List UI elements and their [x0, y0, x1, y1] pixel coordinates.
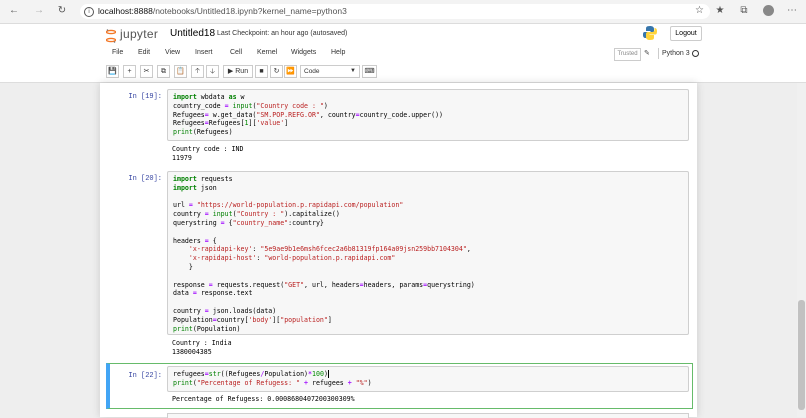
cell-output: Country : India 1380004385 — [172, 339, 232, 356]
collections-icon[interactable]: ⧉ — [738, 5, 750, 17]
menu-edit[interactable]: Edit — [138, 49, 150, 56]
chevron-down-icon: ▼ — [350, 68, 356, 74]
restart-icon[interactable]: ↻ — [270, 65, 283, 78]
cell-prompt: In [20]: — [128, 175, 162, 183]
move-down-icon[interactable]: 🡣 — [206, 65, 219, 78]
code-cell[interactable]: In [20]: import requests import json url… — [106, 171, 690, 356]
refresh-icon[interactable]: ↻ — [56, 5, 68, 17]
url-path: /notebooks/Untitled18.ipynb?kernel_name=… — [152, 6, 347, 16]
run-icon: ▶ — [227, 68, 234, 75]
run-label: Run — [235, 68, 249, 75]
notebook-container: In [19]: import wbdata as w country_code… — [100, 83, 697, 418]
code-input[interactable]: import requests import json url = "https… — [167, 171, 689, 335]
checkpoint-status: Last Checkpoint: an hour ago (autosaved) — [217, 30, 348, 37]
menu-help[interactable]: Help — [331, 49, 345, 56]
logo-text: jupyter — [120, 27, 159, 41]
code-input[interactable]: import wbdata as w country_code = input(… — [167, 89, 689, 141]
paste-icon[interactable]: 📋 — [174, 65, 187, 78]
cell-output: Percentage of Refugess: 0.00086804072003… — [172, 395, 355, 403]
favorite-star-icon[interactable]: ☆ — [695, 5, 704, 16]
cut-icon[interactable]: ✂ — [140, 65, 153, 78]
code-input[interactable]: refugees=str((Refugees/Population)*100) … — [167, 366, 689, 392]
cell-output: Country code : IND 11979 — [172, 145, 244, 162]
restart-run-all-icon[interactable]: ⏩ — [284, 65, 297, 78]
menu-bar: File Edit View Insert Cell Kernel Widget… — [106, 46, 700, 62]
favorites-icon[interactable]: ★ — [714, 5, 726, 17]
scrollbar-thumb[interactable] — [798, 300, 805, 410]
trusted-badge[interactable]: Trusted — [614, 48, 641, 61]
code-text: import wbdata as w country_code = input(… — [173, 93, 444, 137]
python-logo-icon — [643, 26, 657, 40]
address-bar[interactable]: i localhost:8888/notebooks/Untitled18.ip… — [80, 4, 710, 19]
profile-avatar-icon[interactable] — [762, 5, 774, 17]
jupyter-header: jupyter Untitled18 Last Checkpoint: an h… — [0, 24, 806, 83]
interrupt-icon[interactable]: ■ — [255, 65, 268, 78]
cell-prompt: In [19]: — [128, 93, 162, 101]
notebook-title[interactable]: Untitled18 — [170, 28, 215, 39]
logout-button[interactable]: Logout — [670, 26, 702, 41]
edit-pencil-icon[interactable]: ✎ — [644, 49, 650, 57]
move-up-icon[interactable]: 🡡 — [191, 65, 204, 78]
cell-prompt: In [22]: — [128, 372, 162, 380]
jupyter-logo[interactable]: jupyter — [106, 27, 166, 45]
back-icon[interactable]: ← — [8, 5, 20, 17]
notebook-toolbar: 💾 + ✂ ⧉ 📋 🡡 🡣 ▶ Run ■ ↻ ⏩ Code ▼ ⌨ — [106, 65, 700, 79]
menu-cell[interactable]: Cell — [230, 49, 242, 56]
insert-cell-icon[interactable]: + — [123, 65, 136, 78]
code-text: import requests import json url = "https… — [173, 175, 475, 333]
menu-kernel[interactable]: Kernel — [257, 49, 277, 56]
info-icon[interactable]: i — [84, 7, 94, 17]
menu-file[interactable]: File — [112, 49, 123, 56]
next-cell-edge — [167, 413, 689, 418]
save-icon[interactable]: 💾 — [106, 65, 119, 78]
code-cell-selected[interactable]: In [22]: refugees=str((Refugees/Populati… — [106, 363, 693, 409]
menu-view[interactable]: View — [165, 49, 180, 56]
forward-icon[interactable]: → — [33, 5, 45, 17]
kernel-name: Python 3 — [658, 48, 710, 59]
keyboard-icon[interactable]: ⌨ — [362, 65, 377, 78]
cell-type-select[interactable]: Code ▼ — [300, 65, 360, 78]
menu-insert[interactable]: Insert — [195, 49, 213, 56]
jupyter-logo-icon — [106, 29, 116, 43]
copy-icon[interactable]: ⧉ — [157, 65, 170, 78]
cell-type-value: Code — [304, 68, 320, 75]
menu-widgets[interactable]: Widgets — [291, 49, 316, 56]
url-host: localhost:8888 — [98, 6, 153, 16]
code-cell[interactable]: In [19]: import wbdata as w country_code… — [106, 87, 690, 165]
run-button[interactable]: ▶ Run — [223, 65, 253, 78]
more-menu-icon[interactable]: ⋯ — [786, 5, 798, 17]
browser-toolbar: ← → ↻ i localhost:8888/notebooks/Untitle… — [0, 0, 806, 24]
kernel-idle-icon — [692, 50, 699, 57]
code-text: refugees=str((Refugees/Population)*100) … — [173, 370, 372, 387]
vertical-scrollbar[interactable] — [797, 83, 806, 417]
